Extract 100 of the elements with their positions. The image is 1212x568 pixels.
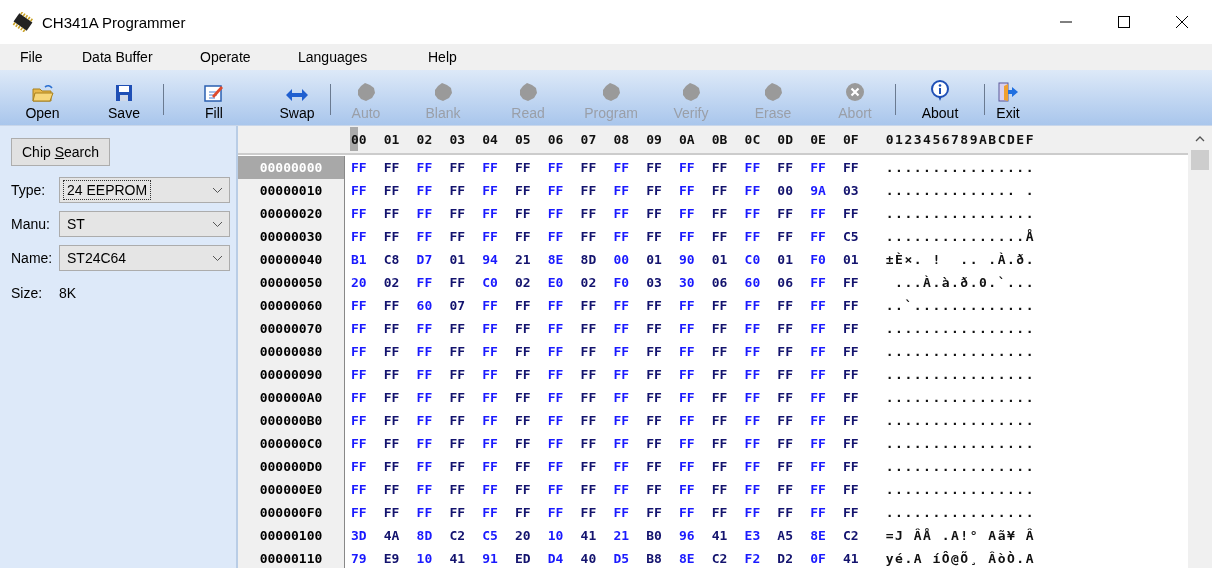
hex-byte[interactable]: FF [744,229,778,244]
hex-byte[interactable]: FF [646,413,679,428]
hex-byte[interactable]: FF [810,160,843,175]
hex-byte[interactable]: FF [711,206,745,221]
hex-byte[interactable]: FF [842,275,876,290]
hex-byte[interactable]: FF [449,229,483,244]
dropdown[interactable]: ST24C64 [59,245,230,271]
hex-byte[interactable]: 90 [678,252,712,267]
hex-byte[interactable]: FF [416,413,450,428]
hex-byte[interactable]: FF [547,298,581,313]
hex-byte[interactable]: 01 [777,252,811,267]
hex-byte[interactable]: 79 [351,551,384,566]
hex-byte[interactable]: FF [547,482,581,497]
hex-byte[interactable]: FF [678,436,712,451]
hex-byte[interactable]: FF [777,390,811,405]
hex-byte[interactable]: FF [515,482,548,497]
hex-byte[interactable]: 03 [646,275,679,290]
hex-byte[interactable]: FF [416,344,450,359]
hex-byte[interactable]: FF [646,390,679,405]
hex-byte[interactable]: FF [646,321,679,336]
hex-byte[interactable]: FF [744,413,778,428]
hex-byte[interactable]: E9 [383,551,417,566]
menu-item[interactable]: Languages [286,49,416,65]
hex-byte[interactable]: FF [580,229,614,244]
hex-byte[interactable]: FF [547,367,581,382]
hex-byte[interactable]: FF [383,206,417,221]
hex-byte[interactable]: FF [416,436,450,451]
hex-byte[interactable]: FF [810,206,843,221]
hex-byte[interactable]: 41 [842,551,876,566]
hex-byte[interactable]: FF [482,298,515,313]
hex-byte[interactable]: FF [744,344,778,359]
hex-byte[interactable]: FF [580,367,614,382]
hex-byte[interactable]: FF [810,321,843,336]
hex-byte[interactable]: FF [580,436,614,451]
hex-byte[interactable]: FF [842,160,876,175]
hex-byte[interactable]: FF [613,206,647,221]
hex-byte[interactable]: FF [515,183,548,198]
hex-byte[interactable]: FF [482,229,515,244]
hex-byte[interactable]: FF [711,367,745,382]
hex-byte[interactable]: FF [613,367,647,382]
hex-byte[interactable]: FF [810,367,843,382]
hex-byte[interactable]: C8 [383,252,417,267]
hex-byte[interactable]: 00 [613,252,647,267]
hex-byte[interactable]: 8D [416,528,450,543]
hex-byte[interactable]: FF [842,367,876,382]
hex-byte[interactable]: FF [547,505,581,520]
hex-byte[interactable]: FF [744,482,778,497]
hex-byte[interactable]: FF [383,229,417,244]
hex-byte[interactable]: FF [547,160,581,175]
hex-byte[interactable]: 96 [678,528,712,543]
hex-byte[interactable]: FF [646,482,679,497]
hex-byte[interactable]: FF [383,413,417,428]
toolbar-button[interactable]: Swap [264,70,330,125]
hex-byte[interactable]: FF [678,321,712,336]
hex-byte[interactable]: FF [351,298,384,313]
hex-byte[interactable]: FF [351,160,384,175]
hex-byte[interactable]: FF [449,183,483,198]
hex-byte[interactable]: 9A [810,183,843,198]
hex-byte[interactable]: FF [547,206,581,221]
hex-byte[interactable]: FF [547,229,581,244]
dropdown[interactable]: ST [59,211,230,237]
hex-byte[interactable]: FF [613,436,647,451]
hex-byte[interactable]: FF [777,160,811,175]
hex-byte[interactable]: FF [383,505,417,520]
menu-item[interactable]: File [8,49,70,65]
hex-byte[interactable]: FF [351,413,384,428]
hex-byte[interactable]: FF [777,413,811,428]
hex-byte[interactable]: FF [515,505,548,520]
hex-byte[interactable]: FF [351,482,384,497]
hex-byte[interactable]: FF [810,275,843,290]
hex-byte[interactable]: FF [842,298,876,313]
toolbar-button[interactable]: Save [85,70,163,125]
hex-byte[interactable]: 10 [547,528,581,543]
hex-byte[interactable]: FF [711,413,745,428]
hex-byte[interactable]: FF [646,367,679,382]
hex-byte[interactable]: FF [580,206,614,221]
hex-byte[interactable]: FF [744,183,778,198]
hex-byte[interactable]: 01 [449,252,483,267]
hex-byte[interactable]: FF [449,482,483,497]
hex-byte[interactable]: FF [383,436,417,451]
hex-byte[interactable]: FF [416,459,450,474]
hex-byte[interactable]: 8D [580,252,614,267]
hex-byte[interactable]: FF [810,436,843,451]
hex-byte[interactable]: E0 [547,275,581,290]
hex-byte[interactable]: FF [777,482,811,497]
hex-byte[interactable]: FF [711,298,745,313]
hex-byte[interactable]: 02 [580,275,614,290]
hex-byte[interactable]: 91 [482,551,515,566]
hex-byte[interactable]: FF [646,459,679,474]
hex-byte[interactable]: FF [711,183,745,198]
hex-byte[interactable]: FF [842,390,876,405]
hex-byte[interactable]: FF [711,390,745,405]
hex-byte[interactable]: FF [351,206,384,221]
hex-byte[interactable]: FF [613,229,647,244]
hex-byte[interactable]: E3 [744,528,778,543]
hex-byte[interactable]: FF [777,321,811,336]
hex-byte[interactable]: FF [383,367,417,382]
hex-byte[interactable]: FF [580,413,614,428]
hex-byte[interactable]: FF [777,206,811,221]
hex-byte[interactable]: FF [711,459,745,474]
